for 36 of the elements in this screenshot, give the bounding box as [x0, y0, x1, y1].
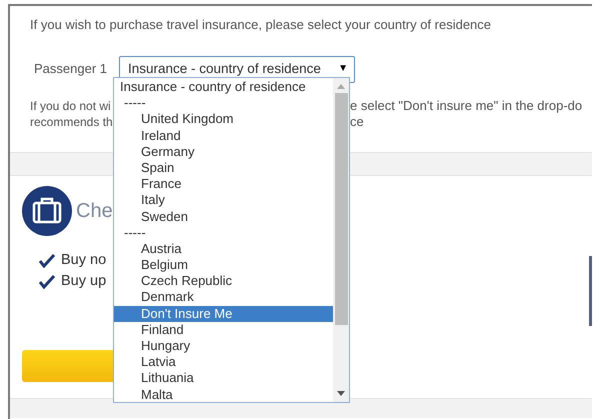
dropdown-option[interactable]: Lithuania — [114, 370, 333, 387]
offer-title: Che — [76, 203, 113, 219]
note-text: ce — [350, 114, 365, 130]
dropdown-option[interactable]: Don't Insure Me — [114, 306, 333, 322]
dropdown-option[interactable]: ----- — [114, 224, 333, 241]
dropdown-option[interactable]: Sweden — [114, 208, 333, 225]
dropdown-option[interactable]: Czech Republic — [114, 273, 333, 290]
dropdown-option[interactable]: Austria — [114, 240, 333, 258]
dropdown-option[interactable]: Germany — [114, 144, 333, 160]
caret-icon: ▼ — [338, 61, 348, 77]
scrollbar[interactable] — [589, 256, 592, 326]
dropdown-option[interactable]: United Kingdom — [114, 111, 333, 128]
note-text: If you do not wi — [30, 98, 112, 114]
check-icon — [39, 254, 55, 268]
dropdown-option[interactable]: Belgium — [114, 257, 333, 274]
dropdown-option[interactable]: Malta — [114, 386, 333, 403]
dropdown-option[interactable]: Italy — [114, 192, 333, 208]
suitcase-icon — [22, 186, 72, 236]
scroll-thumb[interactable] — [334, 93, 348, 325]
dropdown-option[interactable]: Ireland — [114, 128, 333, 144]
dropdown-option[interactable]: ----- — [114, 95, 333, 112]
dropdown-option[interactable]: Denmark — [114, 289, 333, 306]
dropdown-option[interactable]: Latvia — [114, 354, 333, 370]
note-text: recommends th — [30, 114, 114, 130]
dropdown-option[interactable]: Hungary — [114, 338, 333, 354]
check-icon — [39, 274, 55, 288]
dropdown-option[interactable]: Spain — [114, 160, 333, 176]
note-text: e select "Don't insure me" in the drop-do — [350, 98, 582, 114]
dropdown-option[interactable]: Finland — [114, 322, 333, 338]
benefit-text: Buy no — [61, 251, 106, 270]
dropdown-option[interactable]: France — [114, 176, 333, 192]
passenger-label: Passenger 1 — [34, 61, 107, 77]
scroll-down-icon[interactable] — [337, 391, 345, 396]
benefit-text: Buy up — [61, 272, 106, 291]
intro-text: If you wish to purchase travel insurance, please select your country of residence — [30, 17, 492, 33]
dropdown-list[interactable]: Insurance - country of residence ----- United Kingdom Ireland Germany Spain France Italy Sweden ----- Austria Belgium Czech Republic Denmark Don't Insure Me Finland Hungary Latvia Lithuania Malta — [113, 77, 350, 403]
